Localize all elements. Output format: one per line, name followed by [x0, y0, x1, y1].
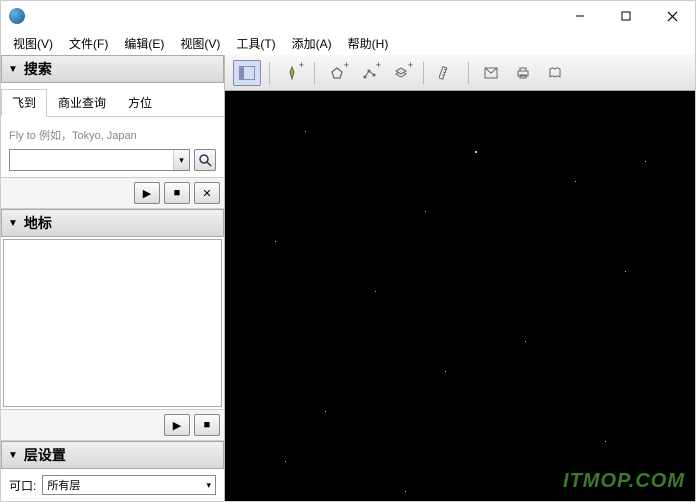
earth-viewport[interactable]: ITMOP.COM: [225, 91, 695, 501]
add-polygon-button[interactable]: +: [323, 60, 351, 86]
flyto-label: Fly to 例如，Tokyo, Japan: [9, 127, 216, 143]
layers-panel-header[interactable]: ▼ 层设置: [1, 441, 224, 469]
places-play-button[interactable]: ▶: [164, 414, 190, 436]
tab-business[interactable]: 商业查询: [47, 89, 117, 116]
add-path-button[interactable]: +: [355, 60, 383, 86]
flyto-dropdown-button[interactable]: ▾: [173, 150, 189, 170]
places-panel-title: 地标: [24, 213, 52, 233]
search-button[interactable]: [194, 149, 216, 171]
menu-tools[interactable]: 工具(T): [228, 33, 283, 54]
layers-panel-title: 层设置: [24, 445, 66, 465]
minimize-button[interactable]: [557, 1, 603, 31]
search-panel-header[interactable]: ▼ 搜索: [1, 55, 224, 83]
collapse-icon: ▼: [8, 64, 18, 75]
menu-help[interactable]: 帮助(H): [340, 33, 397, 54]
layer-select-value: 所有层: [47, 477, 80, 493]
tab-direction[interactable]: 方位: [117, 89, 163, 116]
email-button[interactable]: [477, 60, 505, 86]
flyto-input[interactable]: [10, 150, 173, 170]
places-tree[interactable]: [3, 239, 222, 407]
chevron-down-icon: ▾: [206, 480, 211, 491]
close-button[interactable]: [649, 1, 695, 31]
menu-view[interactable]: 视图(V): [5, 33, 61, 54]
menu-add[interactable]: 添加(A): [284, 33, 340, 54]
app-icon: [9, 8, 25, 24]
print-button[interactable]: [509, 60, 537, 86]
toolbar: + + + +: [225, 55, 695, 91]
mail-icon: [484, 67, 498, 79]
menu-file[interactable]: 文件(F): [61, 33, 116, 54]
search-icon: [198, 153, 212, 167]
menubar: 视图(V) 文件(F) 编辑(E) 视图(V) 工具(T) 添加(A) 帮助(H…: [1, 31, 695, 55]
overlay-icon: [394, 66, 408, 80]
print-icon: [516, 66, 530, 80]
collapse-icon: ▼: [8, 218, 18, 229]
polygon-icon: [330, 66, 344, 80]
menu-view2[interactable]: 视图(V): [172, 33, 228, 54]
ruler-button[interactable]: [432, 60, 460, 86]
pin-icon: [285, 66, 299, 80]
path-icon: [362, 66, 376, 80]
tab-flyto[interactable]: 飞到: [1, 89, 47, 117]
sidebar: ▼ 搜索 飞到 商业查询 方位 Fly to 例如，Tokyo, Japan ▾…: [1, 55, 225, 501]
clear-button[interactable]: ✕: [194, 182, 220, 204]
book-icon: [548, 66, 562, 80]
menu-edit[interactable]: 编辑(E): [116, 33, 172, 54]
add-placemark-button[interactable]: +: [278, 60, 306, 86]
panel-icon: [239, 66, 255, 80]
layer-visibility-label: 可口:: [9, 477, 36, 494]
stop-button[interactable]: ■: [164, 182, 190, 204]
sidebar-toggle-button[interactable]: [233, 60, 261, 86]
collapse-icon: ▼: [8, 450, 18, 461]
play-button[interactable]: ▶: [134, 182, 160, 204]
places-panel-header[interactable]: ▼ 地标: [1, 209, 224, 237]
maximize-button[interactable]: [603, 1, 649, 31]
watermark: ITMOP.COM: [563, 470, 685, 493]
add-overlay-button[interactable]: +: [387, 60, 415, 86]
places-stop-button[interactable]: ■: [194, 414, 220, 436]
web-button[interactable]: [541, 60, 569, 86]
ruler-icon: [439, 66, 453, 80]
search-panel-title: 搜索: [24, 59, 52, 79]
layer-select[interactable]: 所有层 ▾: [42, 475, 216, 495]
